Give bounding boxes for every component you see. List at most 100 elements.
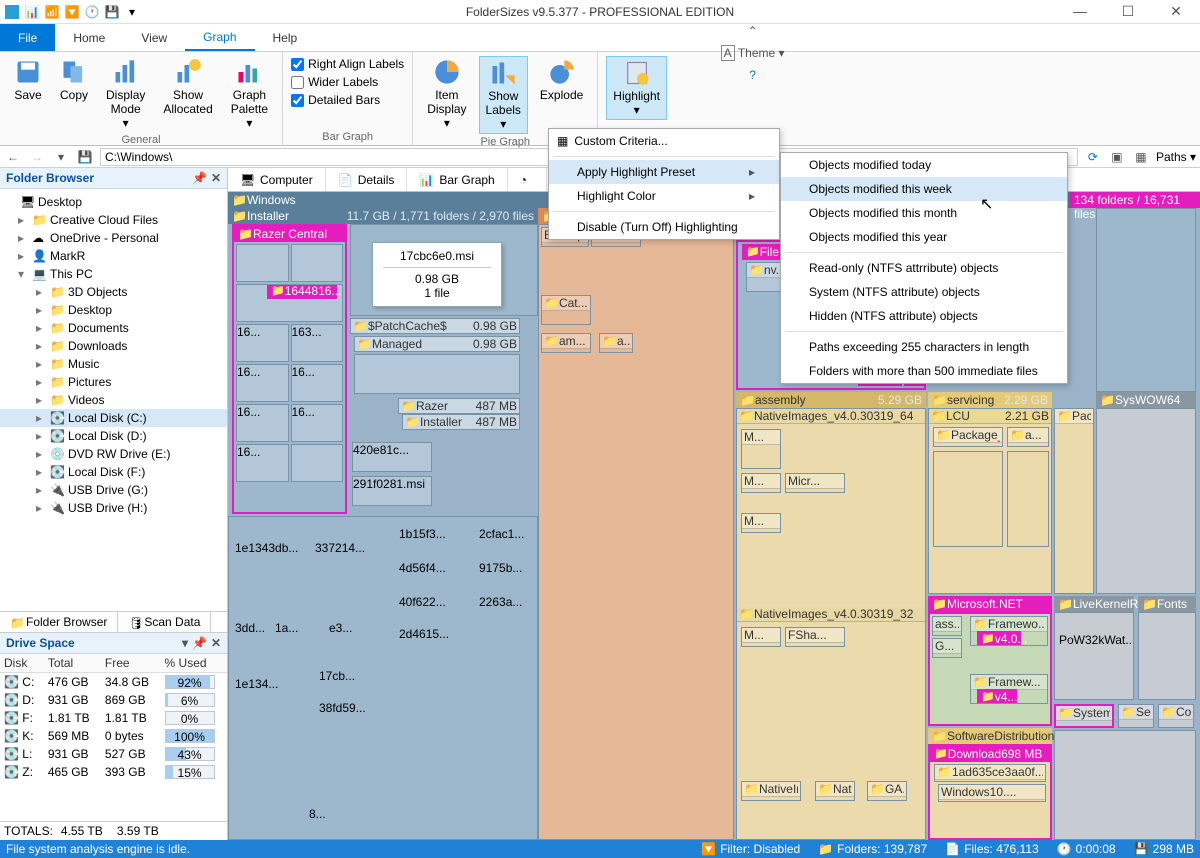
qat-dropdown[interactable]: ▾	[124, 4, 140, 20]
nav-fwd[interactable]: →	[28, 148, 46, 166]
vt-details[interactable]: 📄Details	[326, 168, 408, 191]
tree-node[interactable]: ▸📁Documents	[0, 319, 227, 337]
tree-node[interactable]: ▸👤MarkR	[0, 247, 227, 265]
close-panel-icon[interactable]: ✕	[211, 171, 221, 185]
highlight-button[interactable]: Highlight▾	[606, 56, 667, 120]
mi-custom[interactable]: ▦Custom Criteria...	[549, 129, 779, 153]
tm-razer-installer[interactable]: 📁 Installer487 MB	[402, 414, 520, 430]
vt-pie[interactable]: ◔	[508, 168, 547, 191]
tm-installer-hdr[interactable]: 📁 Installer11.7 GB / 1,771 folders / 2,9…	[228, 208, 538, 224]
theme-button[interactable]: A Theme ▾	[721, 46, 785, 60]
drive-row[interactable]: 💽 C:476 GB34.8 GB92%	[0, 673, 227, 692]
mi-long[interactable]: Paths exceeding 255 characters in length	[781, 335, 1067, 359]
panel-menu-icon[interactable]: ▾	[182, 636, 188, 650]
tab-help[interactable]: Help	[255, 24, 316, 51]
drive-row[interactable]: 💽 F:1.81 TB1.81 TB0%	[0, 709, 227, 727]
tree-node[interactable]: 🖥Desktop	[0, 193, 227, 211]
mi-month[interactable]: Objects modified this month	[781, 201, 1067, 225]
tm-softdist[interactable]: 📁 SoftwareDistribution	[928, 728, 1052, 744]
tm-assembly[interactable]: 📁 assembly5.29 GB	[736, 392, 926, 408]
tree-node[interactable]: ▸📁Creative Cloud Files	[0, 211, 227, 229]
pin-icon[interactable]: 📌	[192, 171, 207, 185]
nav-back[interactable]: ←	[4, 148, 22, 166]
tree-node[interactable]: ▸📁Music	[0, 355, 227, 373]
tab-folder-browser[interactable]: 📁Folder Browser	[0, 612, 118, 632]
tree-node[interactable]: ▸📁3D Objects	[0, 283, 227, 301]
tree-node[interactable]: ▸☁OneDrive - Personal	[0, 229, 227, 247]
tree-node[interactable]: ▸📁Pictures	[0, 373, 227, 391]
paths-dropdown[interactable]: Paths ▾	[1156, 150, 1196, 164]
mi-hid[interactable]: Hidden (NTFS attribute) objects	[781, 304, 1067, 328]
mi-many[interactable]: Folders with more than 500 immediate fil…	[781, 359, 1067, 383]
tm-patchcache[interactable]: 📁 $PatchCache$0.98 GB	[350, 318, 520, 334]
tm-razer-central[interactable]: 📁 Razer Central 📁 1644816... 16...163...…	[232, 224, 347, 514]
tree-node[interactable]: ▸🔌USB Drive (H:)	[0, 499, 227, 517]
qat-btn-5[interactable]: 💾	[104, 4, 120, 20]
tree-node[interactable]: ▸📁Videos	[0, 391, 227, 409]
item-display-button[interactable]: Item Display▾	[421, 56, 472, 132]
tm-servicing[interactable]: 📁 servicing2.29 GB	[928, 392, 1052, 408]
tree-node[interactable]: ▸💽Local Disk (C:)	[0, 409, 227, 427]
mi-color[interactable]: Highlight Color▸	[549, 184, 779, 208]
mi-year[interactable]: Objects modified this year	[781, 225, 1067, 249]
mi-week[interactable]: Objects modified this week	[781, 177, 1067, 201]
highlight-menu[interactable]: ▦Custom Criteria... Apply Highlight Pres…	[548, 128, 780, 240]
tab-view[interactable]: View	[123, 24, 185, 51]
terminal-icon[interactable]: ▣	[1108, 148, 1126, 166]
tree-node[interactable]: ▸💽Local Disk (D:)	[0, 427, 227, 445]
tree-node[interactable]: ▸🔌USB Drive (G:)	[0, 481, 227, 499]
copy-button[interactable]: Copy	[54, 56, 94, 104]
mi-apply-preset[interactable]: Apply Highlight Preset▸	[549, 160, 779, 184]
mi-today[interactable]: Objects modified today	[781, 153, 1067, 177]
mi-ro[interactable]: Read-only (NTFS attrribute) objects	[781, 256, 1067, 280]
tree-node[interactable]: ▸💽Local Disk (F:)	[0, 463, 227, 481]
tm-razer[interactable]: 📁 Razer487 MB	[398, 398, 520, 414]
mi-disable[interactable]: Disable (Turn Off) Highlighting	[549, 215, 779, 239]
pin-icon[interactable]: 📌	[192, 636, 207, 650]
tree-node[interactable]: ▸📁Downloads	[0, 337, 227, 355]
status-filter[interactable]: 🔽 Filter: Disabled	[701, 842, 800, 856]
window-maximize[interactable]: ☐	[1108, 3, 1148, 20]
folder-tree[interactable]: 🖥Desktop▸📁Creative Cloud Files▸☁OneDrive…	[0, 189, 227, 611]
qat-btn-4[interactable]: 🕐	[84, 4, 100, 20]
tab-file[interactable]: File	[0, 24, 55, 51]
drive-row[interactable]: 💽 D:931 GB869 GB6%	[0, 691, 227, 709]
highlight-preset-submenu[interactable]: Objects modified today Objects modified …	[780, 152, 1068, 384]
apps-icon[interactable]: ▦	[1132, 148, 1150, 166]
qat-btn-2[interactable]: 📶	[44, 4, 60, 20]
tree-node[interactable]: ▸📁Desktop	[0, 301, 227, 319]
explode-button[interactable]: Explode	[534, 56, 589, 104]
close-panel-icon[interactable]: ✕	[211, 636, 221, 650]
right-align-labels-check[interactable]: Right Align Labels	[291, 56, 404, 72]
qat-btn-3[interactable]: 🔽	[64, 4, 80, 20]
display-mode-button[interactable]: Display Mode▾	[100, 56, 151, 132]
graph-palette-button[interactable]: Graph Palette▾	[225, 56, 274, 132]
tree-node[interactable]: ▸💿DVD RW Drive (E:)	[0, 445, 227, 463]
tm-livek[interactable]: 📁 LiveKernelRep...	[1054, 596, 1134, 612]
tab-home[interactable]: Home	[55, 24, 123, 51]
help-icon[interactable]: ?	[749, 68, 756, 82]
save-button[interactable]: Save	[8, 56, 48, 104]
drive-row[interactable]: 💽 K:569 MB0 bytes100%	[0, 727, 227, 745]
refresh-icon[interactable]: ⟳	[1084, 148, 1102, 166]
wider-labels-check[interactable]: Wider Labels	[291, 74, 378, 90]
tm-fonts[interactable]: 📁 Fonts	[1138, 596, 1196, 612]
show-allocated-button[interactable]: Show Allocated	[157, 56, 218, 118]
show-labels-button[interactable]: Show Labels▾	[479, 56, 528, 134]
tab-scan-data[interactable]: 🛢Scan Data	[118, 612, 211, 632]
drive-row[interactable]: 💽 Z:465 GB393 GB15%	[0, 763, 227, 781]
qat-btn-1[interactable]: 📊	[24, 4, 40, 20]
tab-graph[interactable]: Graph	[185, 24, 254, 51]
vt-bar[interactable]: 📊Bar Graph	[407, 168, 507, 191]
nav-up[interactable]: ▾	[52, 148, 70, 166]
vt-computer[interactable]: 🖥Computer	[228, 168, 326, 191]
window-close[interactable]: ✕	[1156, 3, 1196, 20]
tm-syswow[interactable]: 📁 SysWOW64	[1096, 392, 1196, 408]
mi-sys[interactable]: System (NTFS attribute) objects	[781, 280, 1067, 304]
window-minimize[interactable]: —	[1060, 3, 1100, 20]
drive-row[interactable]: 💽 L:931 GB527 GB43%	[0, 745, 227, 763]
tm-managed[interactable]: 📁 Managed0.98 GB	[354, 336, 520, 352]
detailed-bars-check[interactable]: Detailed Bars	[291, 92, 380, 108]
tm-msnet[interactable]: 📁 Microsoft.NET	[928, 596, 1052, 612]
tree-node[interactable]: ▾💻This PC	[0, 265, 227, 283]
